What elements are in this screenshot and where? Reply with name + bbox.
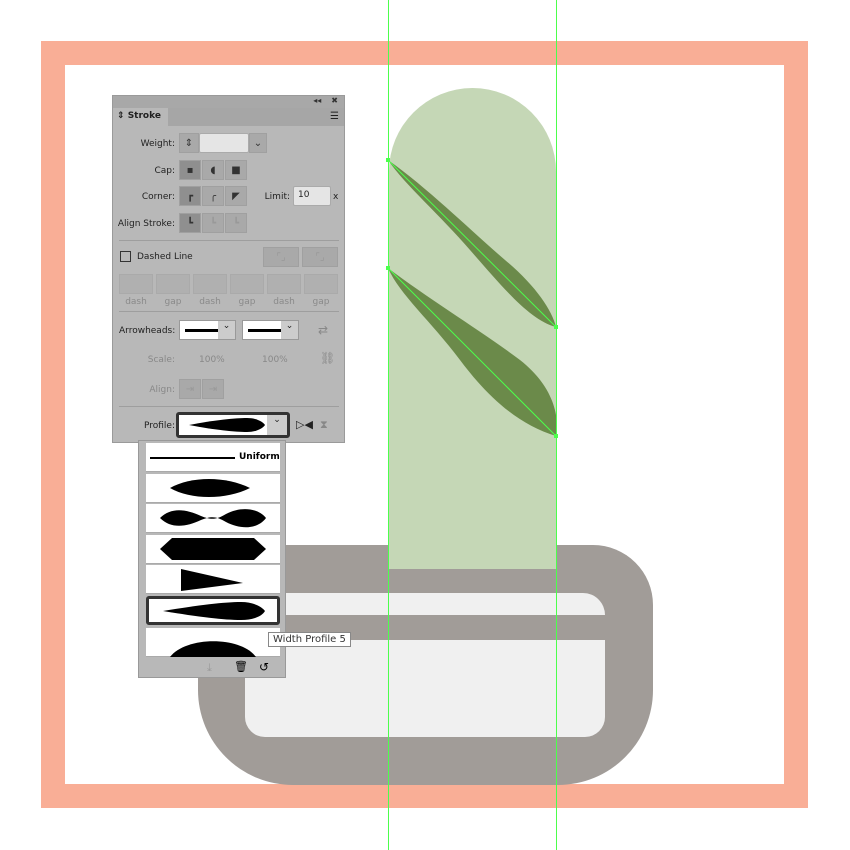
profile-preview <box>189 418 265 432</box>
scale-label: Scale: <box>147 355 175 365</box>
round-cap-button[interactable]: ◖ <box>202 160 224 180</box>
align-center-button[interactable]: ┗ <box>179 213 201 233</box>
stroke-panel: ◂◂ ✖ ⇕ Stroke ☰ Weight: ⇕ ⌄ Cap: ▪ ◖ ■ Cor… <box>112 95 345 443</box>
profile-option-7[interactable] <box>146 628 280 657</box>
gap-input[interactable] <box>304 274 338 294</box>
limit-input[interactable]: 10 <box>293 186 331 206</box>
profile-option-uniform[interactable]: Uniform <box>146 443 280 472</box>
butt-cap-button[interactable]: ▪ <box>179 160 201 180</box>
dash-label: dash <box>199 297 221 307</box>
swap-arrows-icon[interactable]: ⇄ <box>318 323 328 337</box>
divider <box>119 240 339 241</box>
round-join-button[interactable]: ╭ <box>202 186 224 206</box>
scale-end-input[interactable]: 100% <box>262 355 288 365</box>
cap-label: Cap: <box>154 166 175 176</box>
chevron-down-icon[interactable]: ⌄ <box>249 133 267 153</box>
profile-label: Profile: <box>143 421 175 431</box>
guide-line[interactable] <box>556 0 557 850</box>
trash-icon[interactable]: 🗑 <box>234 660 248 673</box>
limit-label: Limit: <box>264 192 290 202</box>
corner-label: Corner: <box>141 192 175 202</box>
weight-label: Weight: <box>140 139 175 149</box>
weight-input[interactable] <box>199 133 249 153</box>
double-chevron-left-icon[interactable]: ◂◂ <box>313 96 321 108</box>
profile-option-4[interactable] <box>146 535 280 564</box>
dash-align-button[interactable]: ⌜⌟ <box>302 247 338 267</box>
save-profile-icon[interactable]: ⤓ <box>207 661 212 675</box>
align-outside-button[interactable]: ┗ <box>225 213 247 233</box>
gap-label: gap <box>164 297 182 307</box>
dash-corners-button[interactable]: ⌜⌟ <box>263 247 299 267</box>
miter-join-button[interactable]: ┏ <box>179 186 201 206</box>
limit-unit: x <box>333 192 339 202</box>
flip-along-icon[interactable]: ▷◀ <box>296 418 313 431</box>
dash-input[interactable] <box>193 274 227 294</box>
profile-option-3[interactable] <box>146 504 280 533</box>
tab-stroke[interactable]: ⇕ Stroke <box>113 108 168 126</box>
reset-icon[interactable]: ↺ <box>259 660 269 674</box>
panel-menu-icon[interactable]: ☰ <box>330 111 339 122</box>
gap-input[interactable] <box>230 274 264 294</box>
dash-label: dash <box>125 297 147 307</box>
start-arrowhead-select[interactable]: ⌄ <box>179 320 236 340</box>
projecting-cap-button[interactable]: ■ <box>225 160 247 180</box>
divider <box>119 406 339 407</box>
chevron-down-icon: ⌄ <box>218 321 235 339</box>
arrow-tip-button[interactable]: ⇥ <box>179 379 201 399</box>
guide-line[interactable] <box>388 0 389 850</box>
dash-input[interactable] <box>119 274 153 294</box>
dash-input[interactable] <box>267 274 301 294</box>
profile-option-6-selected[interactable] <box>146 596 280 625</box>
flip-across-icon[interactable]: ⧗ <box>320 418 328 432</box>
uniform-line <box>150 457 235 459</box>
chevron-down-icon: ⌄ <box>267 415 287 435</box>
arrowheads-label: Arrowheads: <box>119 326 176 336</box>
dashed-line-checkbox[interactable] <box>120 251 131 262</box>
gap-label: gap <box>312 297 330 307</box>
profile-dropdown: Uniform ⤓ 🗑 ↺ <box>138 440 286 678</box>
profile-option-5[interactable] <box>146 565 280 594</box>
link-icon[interactable]: ⛓ <box>320 351 335 365</box>
gap-input[interactable] <box>156 274 190 294</box>
uniform-label: Uniform <box>239 452 280 462</box>
weight-stepper[interactable]: ⇕ <box>179 133 199 153</box>
divider <box>119 311 339 312</box>
bevel-join-button[interactable]: ◤ <box>225 186 247 206</box>
dashed-line-label: Dashed Line <box>137 252 193 262</box>
gap-label: gap <box>238 297 256 307</box>
align-inside-button[interactable]: ┗ <box>202 213 224 233</box>
close-icon[interactable]: ✖ <box>331 96 338 108</box>
chevron-down-icon: ⌄ <box>281 321 298 339</box>
end-arrowhead-select[interactable]: ⌄ <box>242 320 299 340</box>
profile-select[interactable]: ⌄ <box>176 412 290 438</box>
arrow-end-button[interactable]: ⇥ <box>202 379 224 399</box>
updown-icon: ⇕ <box>117 111 128 121</box>
tooltip: Width Profile 5 <box>268 632 351 647</box>
dash-label: dash <box>273 297 295 307</box>
align-stroke-label: Align Stroke: <box>117 219 175 229</box>
profile-option-2[interactable] <box>146 474 280 503</box>
align-label: Align: <box>149 385 175 395</box>
scale-start-input[interactable]: 100% <box>199 355 225 365</box>
